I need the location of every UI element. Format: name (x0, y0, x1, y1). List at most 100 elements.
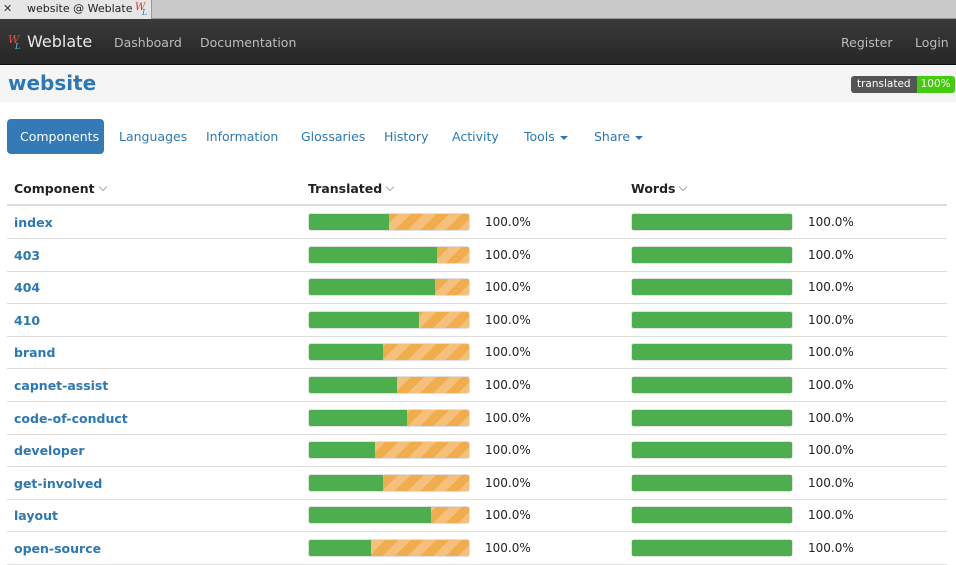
table-row: get-involved 100.0% 100.0% (7, 467, 947, 500)
translated-progress-fill (309, 311, 420, 328)
words-progress-bar (631, 441, 793, 460)
tab-tools-label: Tools (524, 129, 555, 144)
translated-progress-fill (309, 377, 397, 393)
close-tab-icon[interactable]: ✕ (3, 2, 12, 15)
table-row: 404 100.0% 100.0% (7, 271, 947, 305)
brand-name: Weblate (27, 32, 93, 51)
page-title[interactable]: website (8, 71, 96, 95)
words-progress-fill (632, 214, 792, 230)
translated-percent: 100.0% (485, 508, 531, 523)
translated-progress-fill (309, 246, 437, 263)
column-header-component[interactable]: Component (14, 181, 107, 196)
tab-tools[interactable]: Tools (511, 119, 581, 154)
translated-percent: 100.0% (485, 280, 531, 295)
words-progress-bar (631, 278, 793, 297)
translated-progress-bar (308, 473, 470, 492)
words-progress-fill (632, 344, 792, 361)
component-link[interactable]: get-involved (14, 476, 102, 491)
words-percent: 100.0% (808, 345, 854, 360)
words-percent: 100.0% (808, 280, 854, 295)
column-header-words-label: Words (631, 181, 676, 196)
browser-tab[interactable]: ✕ website @ Weblate W L (0, 0, 152, 19)
table-row: code-of-conduct 100.0% 100.0% (7, 402, 947, 435)
nav-documentation[interactable]: Documentation (200, 35, 296, 50)
translated-percent: 100.0% (485, 410, 531, 425)
table-row: 410 100.0% 100.0% (7, 304, 947, 337)
words-progress-fill (632, 279, 792, 296)
column-header-translated-label: Translated (308, 181, 383, 196)
table-row: 403 100.0% 100.0% (7, 239, 947, 272)
translated-progress-fill (309, 474, 383, 491)
words-progress-fill (632, 474, 792, 491)
translated-progress-bar (308, 539, 470, 557)
component-link[interactable]: index (14, 215, 53, 230)
nav-register[interactable]: Register (841, 35, 892, 50)
component-link[interactable]: 410 (14, 313, 40, 328)
caret-down-icon (635, 135, 644, 140)
component-link[interactable]: 403 (14, 248, 40, 263)
translated-progress-bar (308, 376, 470, 394)
translated-percent: 100.0% (485, 475, 531, 490)
tab-share-label: Share (594, 129, 631, 144)
tab-languages[interactable]: Languages (106, 119, 200, 154)
tab-components[interactable]: Components (7, 119, 104, 154)
translated-progress-bar (308, 245, 470, 264)
sort-chevron-icon (385, 182, 395, 192)
component-link[interactable]: 404 (14, 280, 40, 295)
translated-percent: 100.0% (485, 345, 531, 360)
tab-activity[interactable]: Activity (439, 119, 512, 154)
page-header: website translated 100% (0, 65, 956, 102)
table-row: open-source 100.0% 100.0% (7, 532, 947, 565)
words-progress-fill (632, 311, 792, 328)
words-progress-fill (632, 409, 792, 426)
words-progress-bar (631, 310, 793, 329)
translated-percent: 100.0% (485, 312, 531, 327)
svg-text:L: L (14, 42, 20, 50)
translated-percent: 100.0% (485, 443, 531, 458)
translation-status-badge[interactable]: translated 100% (851, 76, 955, 93)
words-progress-bar (631, 539, 793, 557)
tab-share[interactable]: Share (581, 119, 656, 154)
words-progress-bar (631, 213, 793, 231)
component-link[interactable]: layout (14, 508, 58, 523)
table-row: capnet-assist 100.0% 100.0% (7, 369, 947, 402)
tab-glossaries[interactable]: Glossaries (288, 119, 378, 154)
words-percent: 100.0% (808, 247, 854, 262)
words-progress-fill (632, 246, 792, 263)
component-link[interactable]: capnet-assist (14, 378, 108, 393)
translated-percent: 100.0% (485, 378, 531, 392)
nav-login[interactable]: Login (915, 35, 949, 50)
badge-value: 100% (916, 76, 955, 93)
words-percent: 100.0% (808, 443, 854, 458)
component-link[interactable]: developer (14, 443, 85, 458)
words-percent: 100.0% (808, 378, 854, 392)
translated-percent: 100.0% (485, 541, 531, 555)
component-link[interactable]: brand (14, 345, 55, 360)
tab-history[interactable]: History (371, 119, 441, 154)
column-header-words[interactable]: Words (631, 181, 688, 196)
translated-progress-bar (308, 213, 470, 231)
weblate-favicon-icon: W L (135, 2, 147, 16)
words-progress-bar (631, 245, 793, 264)
table-row: layout 100.0% 100.0% (7, 499, 947, 533)
browser-tabstrip: ✕ website @ Weblate W L (0, 0, 956, 19)
browser-tab-title: website @ Weblate (27, 2, 133, 15)
words-progress-fill (632, 507, 792, 524)
component-link[interactable]: code-of-conduct (14, 411, 128, 426)
column-header-translated[interactable]: Translated (308, 181, 395, 196)
translated-percent: 100.0% (485, 215, 531, 229)
table-row: index 100.0% 100.0% (7, 206, 947, 239)
words-percent: 100.0% (808, 541, 854, 555)
words-progress-bar (631, 343, 793, 362)
words-progress-bar (631, 408, 793, 427)
svg-text:L: L (141, 8, 147, 16)
words-progress-bar (631, 376, 793, 394)
words-progress-bar (631, 506, 793, 525)
nav-dashboard[interactable]: Dashboard (114, 35, 182, 50)
project-tabs: Components Languages Information Glossar… (0, 119, 956, 155)
words-progress-fill (632, 377, 792, 393)
translated-progress-fill (309, 409, 407, 426)
words-percent: 100.0% (808, 475, 854, 490)
tab-information[interactable]: Information (193, 119, 291, 154)
component-link[interactable]: open-source (14, 541, 101, 556)
